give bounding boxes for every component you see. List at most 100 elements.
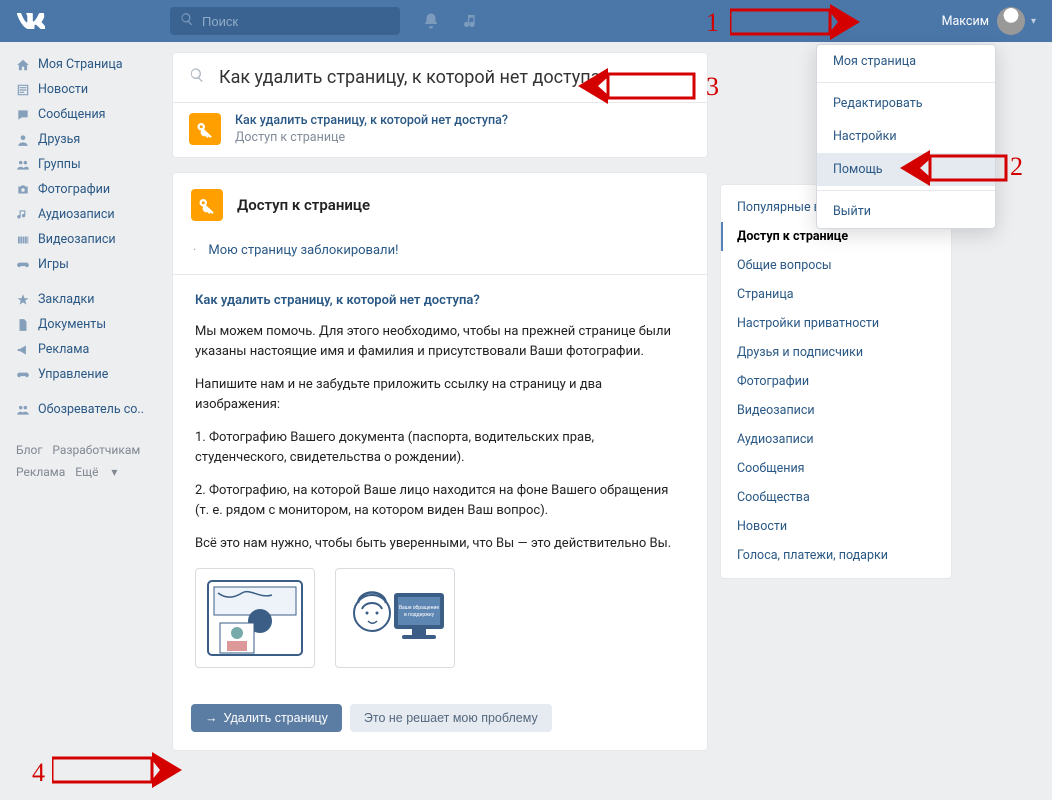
help-category-item[interactable]: Общие вопросы [721,251,951,280]
dropdown-item[interactable]: Редактировать [817,87,995,120]
sidebar-item[interactable]: Друзья [10,127,164,152]
username-label: Максим [942,14,989,29]
delete-page-button[interactable]: → Удалить страницу [191,704,342,732]
svg-text:Ваше обращение: Ваше обращение [399,604,439,611]
sidebar-item[interactable]: Закладки [10,287,164,312]
sidebar-item-label: Закладки [38,292,95,307]
sidebar-item[interactable]: Игры [10,252,164,277]
sidebar-item-label: Аудиозаписи [38,207,115,222]
sidebar-item-label: Фотографии [38,182,110,197]
suggestion-title: Как удалить страницу, к которой нет дост… [235,113,508,128]
sidebar-item-label: Друзья [38,132,80,147]
annotation-arrow-1 [730,4,860,40]
example-images: Ваше обращение в поддержку [195,568,685,668]
help-category-item[interactable]: Настройки приватности [721,309,951,338]
sidebar-item-label: Управление [38,367,108,382]
music-icon[interactable] [462,13,478,29]
passport-illustration [195,568,315,668]
chevron-down-icon: ▾ [111,465,117,479]
sidebar-item[interactable]: Обозреватель со.. [10,397,164,422]
friends-icon [16,133,38,147]
footer-blog[interactable]: Блог [16,443,42,457]
key-icon [191,189,223,221]
home-icon [16,58,38,72]
article-question: Как удалить страницу, к которой нет дост… [195,293,685,308]
help-category-item[interactable]: Страница [721,280,951,309]
sidebar-item-label: Новости [38,82,88,97]
chevron-down-icon: ▾ [1031,16,1036,27]
sidebar-item[interactable]: Новости [10,77,164,102]
notifications-icon[interactable] [422,12,440,30]
audio-icon [16,208,38,222]
footer-more[interactable]: Ещё ▾ [75,465,127,479]
annotation-4: 4 [32,758,45,788]
help-category-item[interactable]: Друзья и подписчики [721,338,951,367]
help-category-item[interactable]: Сообщения [721,454,951,483]
vk-logo[interactable] [10,0,52,42]
sidebar-item[interactable]: Моя Страница [10,52,164,77]
photo-icon [16,183,38,197]
footer-devs[interactable]: Разработчикам [52,443,140,457]
help-category-item[interactable]: Сообщества [721,483,951,512]
arrow-right-icon: → [205,711,218,725]
sidebar-item[interactable]: Фотографии [10,177,164,202]
doc-icon [16,318,38,332]
annotation-arrow-2 [900,150,1010,186]
manage-icon [16,368,38,382]
search-suggestion[interactable]: Как удалить страницу, к которой нет дост… [173,102,707,157]
left-sidebar: Моя Страница Новости Сообщения Друзья Группы… [0,42,164,483]
sidebar-item[interactable]: Группы [10,152,164,177]
main-column: Как удалить страницу, к которой нет дост… [172,52,708,765]
sidebar-item[interactable]: Документы [10,312,164,337]
related-link[interactable]: Мою страницу заблокировали! [173,237,707,275]
avatar [997,7,1025,35]
global-search-input[interactable] [202,14,390,29]
dropdown-item[interactable]: Выйти [817,195,995,228]
global-search[interactable] [170,7,400,35]
help-category-item[interactable]: Видеозаписи [721,396,951,425]
sidebar-item[interactable]: Видеозаписи [10,227,164,252]
article-p1: Мы можем помочь. Для этого необходимо, ч… [195,322,685,361]
footer-ads[interactable]: Реклама [16,465,65,479]
sidebar-item-label: Группы [38,157,81,172]
dropdown-item[interactable]: Моя страница [817,45,995,78]
dropdown-item[interactable]: Настройки [817,120,995,153]
article-panel: Доступ к странице Мою страницу заблокиро… [172,172,708,751]
article-p4: 2. Фотографию, на которой Ваше лицо нахо… [195,481,685,520]
sidebar-item-label: Документы [38,317,106,332]
user-menu-trigger[interactable]: Максим ▾ [942,7,1042,35]
help-categories: Популярные вопросыДоступ к страницеОбщие… [720,184,952,579]
article-p3: 1. Фотографию Вашего документа (паспорта… [195,428,685,467]
help-category-item[interactable]: Новости [721,512,951,541]
selfie-monitor-illustration: Ваше обращение в поддержку [335,568,455,668]
article-p2: Напишите нам и не забудьте приложить ссы… [195,375,685,414]
suggestion-category: Доступ к странице [235,130,508,145]
help-category-item[interactable]: Аудиозаписи [721,425,951,454]
search-icon [189,67,205,88]
sidebar-item[interactable]: Управление [10,362,164,387]
star-icon [16,293,38,307]
groups-icon [16,158,38,172]
sidebar-item-label: Видеозаписи [38,232,116,247]
annotation-3: 3 [706,72,719,102]
news-icon [16,83,38,97]
search-icon [180,12,194,30]
video-icon [16,233,38,247]
help-category-item[interactable]: Фотографии [721,367,951,396]
sidebar-item[interactable]: Реклама [10,337,164,362]
svg-text:в поддержку: в поддержку [404,612,435,618]
sidebar-item-label: Моя Страница [38,57,123,72]
sidebar-item[interactable]: Сообщения [10,102,164,127]
help-category-item[interactable]: Голоса, платежи, подарки [721,541,951,570]
sidebar-item[interactable]: Аудиозаписи [10,202,164,227]
people-icon [16,403,38,417]
top-header: Максим ▾ [0,0,1052,42]
not-solved-button[interactable]: Это не решает мою проблему [350,704,552,732]
ads-icon [16,343,38,357]
annotation-arrow-3 [578,68,698,104]
sidebar-item-label: Игры [38,257,69,272]
article-p5: Всё это нам нужно, чтобы быть уверенными… [195,534,685,554]
annotation-arrow-4 [52,752,182,788]
annotation-1: 1 [706,8,719,38]
games-icon [16,258,38,272]
